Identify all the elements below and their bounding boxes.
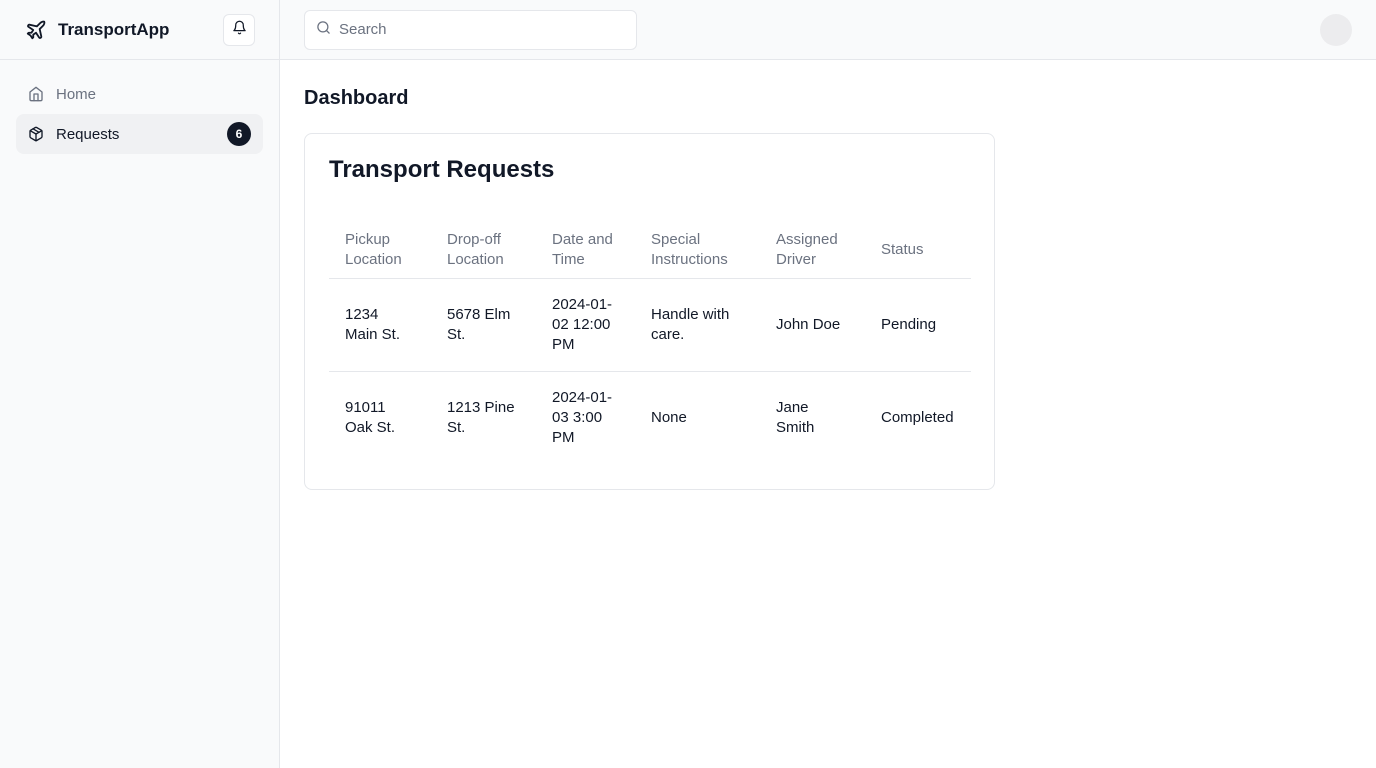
top-bar [280,0,1376,60]
notifications-button[interactable] [223,13,255,46]
sidebar-item-home[interactable]: Home [16,74,263,114]
search-icon [315,20,331,36]
table-cell: None [651,409,687,427]
table-cell: 1213 Pine St. [447,399,515,437]
column-header: Pickup Location [329,222,431,279]
content: Dashboard Transport Requests Pickup Loca… [280,60,1376,517]
bell-icon [232,20,247,40]
column-header: Status [865,222,971,279]
sidebar-item-label: Home [56,85,97,103]
table-cell: 1234 Main St. [329,278,431,372]
sidebar-item-requests[interactable]: Requests 6 [16,114,263,154]
requests-table: Pickup Location Drop-off Location Date a… [329,222,971,465]
sidebar-nav: Home Requests 6 [0,60,279,168]
sidebar-item-label: Requests [56,125,120,143]
column-header: Date and Time [536,222,635,279]
column-header: Drop-off Location [431,222,536,279]
table-cell: 2024-01-03 3:00 PM [552,389,613,447]
app-name: TransportApp [58,19,170,39]
sidebar: TransportApp Home Requests 6 [0,0,280,768]
table-cell: 2024-01-02 12:00 PM [536,278,635,372]
user-avatar[interactable] [1320,13,1352,46]
status-cell: Pending [865,278,971,372]
transport-requests-card: Transport Requests Pickup Location Drop-… [304,133,995,490]
brand-bar: TransportApp [0,0,279,60]
requests-count-badge: 6 [227,122,251,146]
brand[interactable]: TransportApp [24,18,169,42]
table-row[interactable]: 1234 Main St. 5678 Elm St. 2024-01-02 12… [329,278,971,372]
table-cell: John Doe [760,278,865,372]
table-header-row: Pickup Location Drop-off Location Date a… [329,222,971,279]
table-cell: 5678 Elm St. [431,278,536,372]
home-icon [28,86,44,102]
table-cell: Handle with care. [635,278,760,372]
main-area: Dashboard Transport Requests Pickup Loca… [280,0,1376,768]
search-box[interactable] [304,9,637,50]
search-input[interactable] [339,21,619,38]
column-header: Special Instructions [635,222,760,279]
status-cell: Completed [881,409,954,427]
app-root: TransportApp Home Requests 6 Search Dash… [0,0,1376,768]
table-row[interactable]: 91011 Oak St. 1213 Pine St. 2024-01-03 3… [329,372,971,465]
card-title: Transport Requests [329,156,555,183]
table-cell: Jane Smith [776,399,815,437]
package-icon [28,126,44,142]
plane-icon [24,18,48,42]
table-cell: 91011 Oak St. [345,399,396,437]
column-header: Assigned Driver [760,222,865,279]
page-title: Dashboard [304,87,409,109]
